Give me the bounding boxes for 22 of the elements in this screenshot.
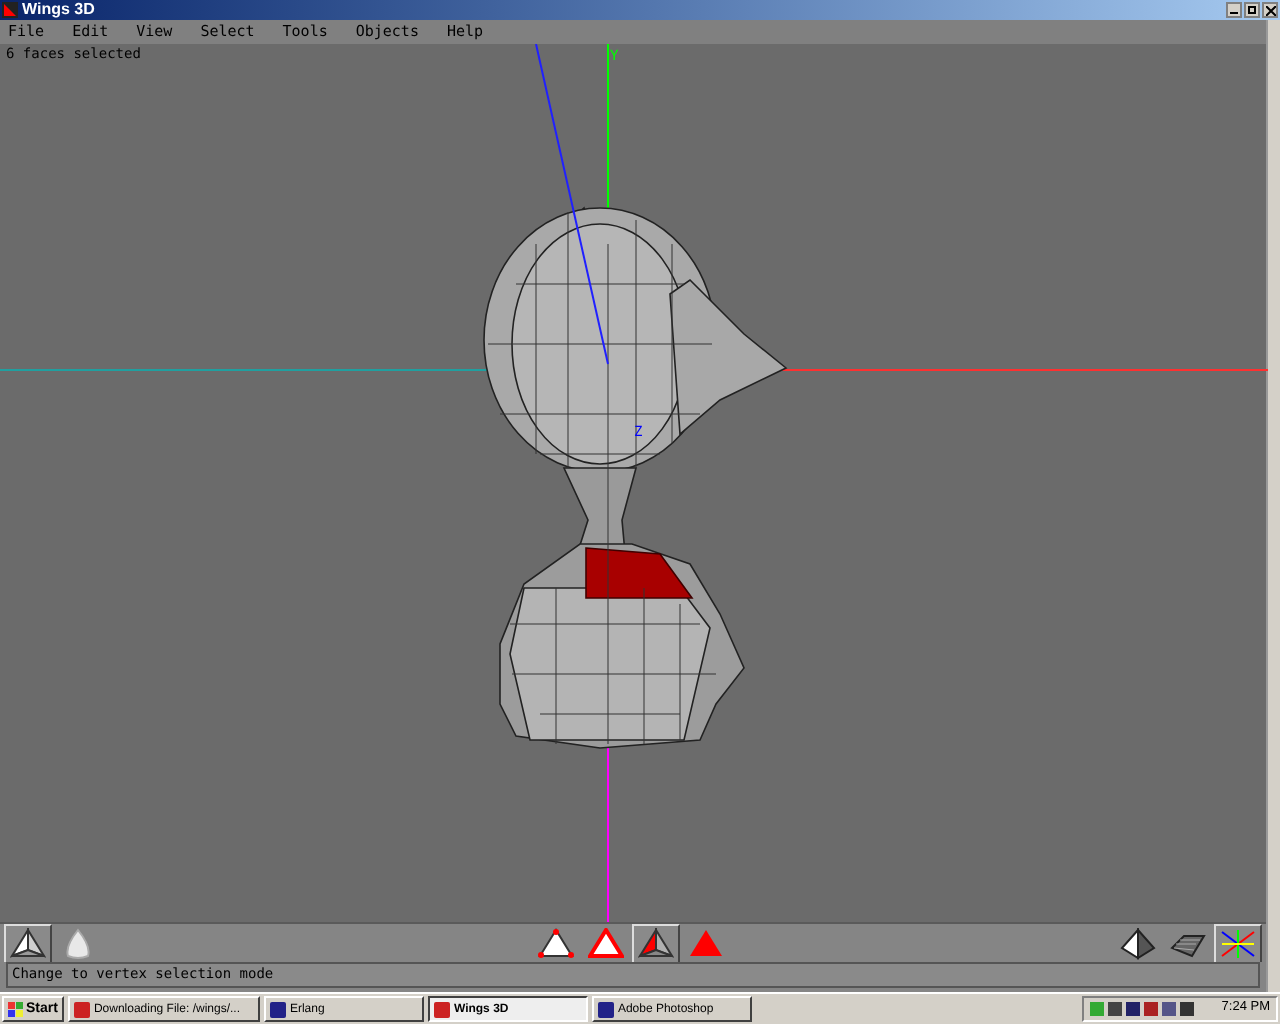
close-icon [1265,5,1275,15]
windows-logo-icon [8,1001,24,1017]
smooth-cone-icon [60,927,96,959]
app-icon [73,1001,90,1017]
toolbar-button[interactable] [582,923,630,963]
restore-button[interactable] [1244,2,1260,18]
window-title: Wings 3D [22,2,95,18]
app-icon [597,1001,614,1017]
edge-pyramid-icon [588,927,624,959]
toolbar-button[interactable] [532,923,580,963]
vertex-pyramid-icon [538,927,574,959]
toolbar-button[interactable] [632,923,680,963]
app-icon [269,1001,286,1017]
face-pyramid-icon [638,927,674,959]
toolbar-button[interactable] [4,923,52,963]
toolbar-button[interactable] [1214,923,1262,963]
axes-icon [1220,927,1256,959]
shaded-pyramid-icon [10,927,46,959]
close-button[interactable] [1262,2,1278,18]
app-icon [2,2,18,18]
app-icon [433,1001,450,1017]
minimize-button[interactable] [1226,2,1242,18]
